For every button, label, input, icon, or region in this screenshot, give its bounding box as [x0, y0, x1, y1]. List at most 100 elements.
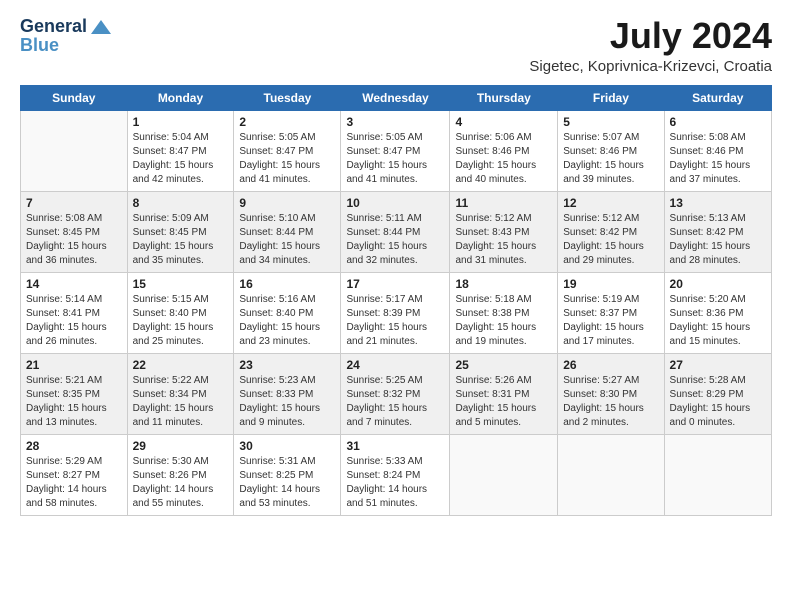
day-number: 26 — [563, 358, 658, 372]
col-wednesday: Wednesday — [341, 85, 450, 110]
col-sunday: Sunday — [21, 85, 128, 110]
day-number: 16 — [239, 277, 335, 291]
col-saturday: Saturday — [664, 85, 771, 110]
day-info: Sunrise: 5:08 AMSunset: 8:45 PMDaylight:… — [26, 212, 122, 268]
cell-w3-d6: 19Sunrise: 5:19 AMSunset: 8:37 PMDayligh… — [558, 272, 664, 353]
day-info: Sunrise: 5:04 AMSunset: 8:47 PMDaylight:… — [133, 131, 229, 187]
cell-w3-d3: 16 Sunrise: 5:16 AMSunset: 8:40 PMDayligh… — [234, 272, 341, 353]
cell-w3-d7: 20 Sunrise: 5:20 AMSunset: 8:36 PMDayligh… — [664, 272, 771, 353]
day-info: Sunrise: 5:14 AMSunset: 8:41 PMDaylight:… — [26, 293, 122, 349]
week-row-3: 14 Sunrise: 5:14 AMSunset: 8:41 PMDayligh… — [21, 272, 772, 353]
cell-w2-d1: 7 Sunrise: 5:08 AMSunset: 8:45 PMDaylight… — [21, 191, 128, 272]
cell-w1-d7: 6 Sunrise: 5:08 AMSunset: 8:46 PMDaylight… — [664, 110, 771, 191]
cell-w2-d5: 11 Sunrise: 5:12 AMSunset: 8:43 PMDayligh… — [450, 191, 558, 272]
day-info: Sunrise: 5:15 AMSunset: 8:40 PMDaylight:… — [133, 293, 229, 349]
day-number: 6 — [670, 115, 766, 129]
day-number: 30 — [239, 439, 335, 453]
day-number: 11 — [455, 196, 552, 210]
day-info: Sunrise: 5:28 AMSunset: 8:29 PMDaylight:… — [670, 374, 766, 430]
day-info: Sunrise: 5:29 AMSunset: 8:27 PMDaylight:… — [26, 455, 122, 511]
title-section: July 2024 Sigetec, Koprivnica-Krizevci, … — [529, 16, 772, 75]
cell-w4-d4: 24 Sunrise: 5:25 AMSunset: 8:32 PMDayligh… — [341, 353, 450, 434]
logo-triangle-icon — [91, 20, 111, 34]
day-number: 17 — [346, 277, 444, 291]
cell-w5-d2: 29Sunrise: 5:30 AMSunset: 8:26 PMDayligh… — [127, 434, 234, 515]
cell-w2-d2: 8 Sunrise: 5:09 AMSunset: 8:45 PMDaylight… — [127, 191, 234, 272]
logo: General Blue — [20, 16, 111, 56]
col-thursday: Thursday — [450, 85, 558, 110]
day-number: 5 — [563, 115, 658, 129]
day-info: Sunrise: 5:25 AMSunset: 8:32 PMDaylight:… — [346, 374, 444, 430]
day-number: 29 — [133, 439, 229, 453]
cell-w4-d6: 26 Sunrise: 5:27 AMSunset: 8:30 PMDayligh… — [558, 353, 664, 434]
cell-w3-d4: 17 Sunrise: 5:17 AMSunset: 8:39 PMDayligh… — [341, 272, 450, 353]
logo-general: General — [20, 16, 87, 37]
day-info: Sunrise: 5:07 AMSunset: 8:46 PMDaylight:… — [563, 131, 658, 187]
day-info: Sunrise: 5:20 AMSunset: 8:36 PMDaylight:… — [670, 293, 766, 349]
day-info: Sunrise: 5:17 AMSunset: 8:39 PMDaylight:… — [346, 293, 444, 349]
day-number: 2 — [239, 115, 335, 129]
day-info: Sunrise: 5:12 AMSunset: 8:42 PMDaylight:… — [563, 212, 658, 268]
cell-w1-d6: 5 Sunrise: 5:07 AMSunset: 8:46 PMDaylight… — [558, 110, 664, 191]
cell-w5-d1: 28 Sunrise: 5:29 AMSunset: 8:27 PMDayligh… — [21, 434, 128, 515]
day-number: 18 — [455, 277, 552, 291]
day-number: 27 — [670, 358, 766, 372]
cell-w5-d3: 30 Sunrise: 5:31 AMSunset: 8:25 PMDayligh… — [234, 434, 341, 515]
cell-w4-d1: 21 Sunrise: 5:21 AMSunset: 8:35 PMDayligh… — [21, 353, 128, 434]
cell-w5-d6 — [558, 434, 664, 515]
cell-w2-d4: 10 Sunrise: 5:11 AMSunset: 8:44 PMDayligh… — [341, 191, 450, 272]
cell-w4-d3: 23 Sunrise: 5:23 AMSunset: 8:33 PMDayligh… — [234, 353, 341, 434]
day-number: 1 — [133, 115, 229, 129]
day-number: 14 — [26, 277, 122, 291]
day-number: 7 — [26, 196, 122, 210]
day-info: Sunrise: 5:05 AMSunset: 8:47 PMDaylight:… — [239, 131, 335, 187]
cell-w4-d7: 27 Sunrise: 5:28 AMSunset: 8:29 PMDayligh… — [664, 353, 771, 434]
day-info: Sunrise: 5:09 AMSunset: 8:45 PMDaylight:… — [133, 212, 229, 268]
day-number: 22 — [133, 358, 229, 372]
day-number: 10 — [346, 196, 444, 210]
header: General Blue July 2024 Sigetec, Koprivni… — [20, 16, 772, 75]
cell-w1-d4: 3Sunrise: 5:05 AMSunset: 8:47 PMDaylight… — [341, 110, 450, 191]
day-info: Sunrise: 5:16 AMSunset: 8:40 PMDaylight:… — [239, 293, 335, 349]
col-tuesday: Tuesday — [234, 85, 341, 110]
day-info: Sunrise: 5:12 AMSunset: 8:43 PMDaylight:… — [455, 212, 552, 268]
day-info: Sunrise: 5:27 AMSunset: 8:30 PMDaylight:… — [563, 374, 658, 430]
day-number: 23 — [239, 358, 335, 372]
day-info: Sunrise: 5:10 AMSunset: 8:44 PMDaylight:… — [239, 212, 335, 268]
day-number: 13 — [670, 196, 766, 210]
day-number: 19 — [563, 277, 658, 291]
day-info: Sunrise: 5:21 AMSunset: 8:35 PMDaylight:… — [26, 374, 122, 430]
cell-w2-d7: 13Sunrise: 5:13 AMSunset: 8:42 PMDayligh… — [664, 191, 771, 272]
day-info: Sunrise: 5:06 AMSunset: 8:46 PMDaylight:… — [455, 131, 552, 187]
day-number: 24 — [346, 358, 444, 372]
cell-w1-d5: 4 Sunrise: 5:06 AMSunset: 8:46 PMDaylight… — [450, 110, 558, 191]
cell-w2-d3: 9Sunrise: 5:10 AMSunset: 8:44 PMDaylight… — [234, 191, 341, 272]
day-number: 4 — [455, 115, 552, 129]
cell-w1-d3: 2 Sunrise: 5:05 AMSunset: 8:47 PMDaylight… — [234, 110, 341, 191]
calendar: Sunday Monday Tuesday Wednesday Thursday… — [20, 85, 772, 516]
week-row-2: 7 Sunrise: 5:08 AMSunset: 8:45 PMDaylight… — [21, 191, 772, 272]
day-info: Sunrise: 5:31 AMSunset: 8:25 PMDaylight:… — [239, 455, 335, 511]
main-title: July 2024 — [529, 16, 772, 56]
day-number: 20 — [670, 277, 766, 291]
cell-w4-d5: 25Sunrise: 5:26 AMSunset: 8:31 PMDayligh… — [450, 353, 558, 434]
logo-blue: Blue — [20, 35, 59, 56]
day-number: 3 — [346, 115, 444, 129]
day-info: Sunrise: 5:23 AMSunset: 8:33 PMDaylight:… — [239, 374, 335, 430]
day-number: 25 — [455, 358, 552, 372]
cell-w3-d5: 18Sunrise: 5:18 AMSunset: 8:38 PMDayligh… — [450, 272, 558, 353]
cell-w1-d2: 1 Sunrise: 5:04 AMSunset: 8:47 PMDaylight… — [127, 110, 234, 191]
week-row-1: 1 Sunrise: 5:04 AMSunset: 8:47 PMDaylight… — [21, 110, 772, 191]
day-info: Sunrise: 5:08 AMSunset: 8:46 PMDaylight:… — [670, 131, 766, 187]
week-row-4: 21 Sunrise: 5:21 AMSunset: 8:35 PMDayligh… — [21, 353, 772, 434]
day-number: 21 — [26, 358, 122, 372]
subtitle: Sigetec, Koprivnica-Krizevci, Croatia — [529, 58, 772, 75]
day-number: 15 — [133, 277, 229, 291]
calendar-header-row: Sunday Monday Tuesday Wednesday Thursday… — [21, 85, 772, 110]
day-number: 28 — [26, 439, 122, 453]
col-monday: Monday — [127, 85, 234, 110]
cell-w5-d7 — [664, 434, 771, 515]
day-info: Sunrise: 5:11 AMSunset: 8:44 PMDaylight:… — [346, 212, 444, 268]
cell-w5-d5 — [450, 434, 558, 515]
day-number: 8 — [133, 196, 229, 210]
